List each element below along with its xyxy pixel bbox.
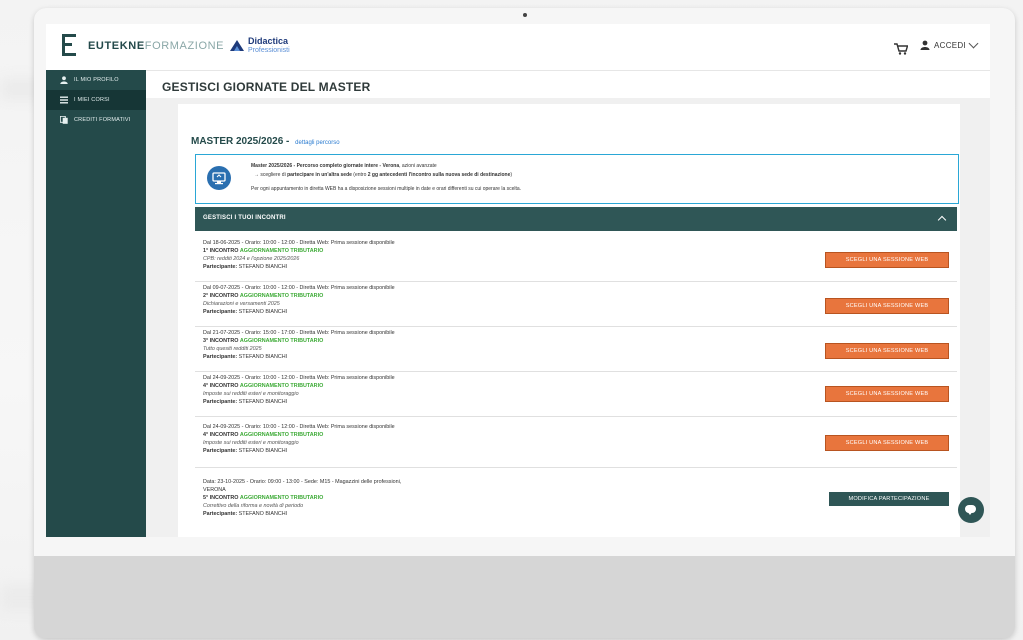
chevron-up-icon[interactable] xyxy=(937,215,947,225)
user-icon xyxy=(60,76,68,84)
didactica-logo[interactable]: Didactica Professionisti xyxy=(228,33,290,59)
meeting-schedule: Dal 21-07-2025 - Orario: 15:00 - 17:00 -… xyxy=(203,330,395,336)
modify-participation-button[interactable]: MODIFICA PARTECIPAZIONE xyxy=(829,492,949,506)
course-details-link[interactable]: dettagli percorso xyxy=(295,140,339,146)
screen: EUTEKNEFORMAZIONE Didactica Professionis… xyxy=(46,24,990,537)
chat-icon[interactable] xyxy=(958,497,984,523)
camera-dot xyxy=(523,13,527,17)
cart-icon[interactable] xyxy=(894,42,909,55)
meeting-schedule: Dal 24-09-2025 - Orario: 10:00 - 12:00 -… xyxy=(203,424,395,430)
user-icon xyxy=(920,40,930,50)
copy-icon xyxy=(59,115,68,124)
top-bar: EUTEKNEFORMAZIONE Didactica Professionis… xyxy=(46,24,990,71)
meeting-title: 2° INCONTRO AGGIORNAMENTO TRIBUTARIO xyxy=(203,293,324,299)
brand-name[interactable]: EUTEKNEFORMAZIONE xyxy=(88,40,224,52)
sidebar-item-profile[interactable]: IL MIO PROFILO xyxy=(46,70,146,90)
meeting-row: Dal 09-07-2025 - Orario: 10:00 - 12:00 -… xyxy=(195,282,957,327)
web-session-icon xyxy=(207,166,231,190)
info-line: Per ogni appuntamento in diretta WEB ha … xyxy=(251,186,522,192)
meeting-participant: Partecipante: STEFANO BIANCHI xyxy=(203,264,288,270)
choose-web-session-button[interactable]: SCEGLI UNA SESSIONE WEB xyxy=(825,343,949,359)
meeting-schedule: Data: 23-10-2025 - Orario: 09:00 - 13:00… xyxy=(203,479,402,485)
info-line: Master 2025/2026 - Percorso completo gio… xyxy=(251,163,437,169)
meeting-description: CPB: redditi 2024 e l'opzione 2025/2026 xyxy=(203,256,300,262)
choose-web-session-button[interactable]: SCEGLI UNA SESSIONE WEB xyxy=(825,252,949,268)
meeting-description: Correttivo della riforma e novità di per… xyxy=(203,503,304,509)
monitor-chin xyxy=(34,556,1015,638)
login-label: ACCEDI xyxy=(934,40,967,50)
meeting-description: Tutto quesiti redditi 2025 xyxy=(203,346,262,352)
didactica-title: Didactica xyxy=(248,36,289,46)
eutekne-logo-icon[interactable] xyxy=(62,34,76,56)
meeting-description: Imposte sui redditi esteri e monitoraggi… xyxy=(203,391,299,397)
meeting-title: 4° INCONTRO AGGIORNAMENTO TRIBUTARIO xyxy=(203,432,324,438)
sidebar-item-courses[interactable]: I MIEI CORSI xyxy=(46,90,146,110)
choose-web-session-button[interactable]: SCEGLI UNA SESSIONE WEB xyxy=(825,435,949,451)
didactica-subtitle: Professionisti xyxy=(248,47,290,54)
meeting-participant: Partecipante: STEFANO BIANCHI xyxy=(203,448,288,454)
meeting-row: Dal 21-07-2025 - Orario: 15:00 - 17:00 -… xyxy=(195,327,957,372)
meeting-participant: Partecipante: STEFANO BIANCHI xyxy=(203,511,288,517)
page-title: GESTISCI GIORNATE DEL MASTER xyxy=(162,80,371,94)
meeting-participant: Partecipante: STEFANO BIANCHI xyxy=(203,309,288,315)
sidebar-item-label: IL MIO PROFILO xyxy=(74,77,119,83)
meeting-title: 5° INCONTRO AGGIORNAMENTO TRIBUTARIO xyxy=(203,495,324,501)
chevron-down-icon xyxy=(968,38,979,48)
meeting-description: Imposte sui redditi esteri e monitoraggi… xyxy=(203,440,299,446)
login-menu[interactable]: ACCEDI xyxy=(920,38,979,50)
meeting-description: Dichiarazioni e versamenti 2025 xyxy=(203,301,280,307)
meeting-row: Dal 24-09-2025 - Orario: 10:00 - 12:00 -… xyxy=(195,421,957,468)
sidebar: IL MIO PROFILO I MIEI CORSI CREDITI FORM… xyxy=(46,70,146,537)
sidebar-item-label: I MIEI CORSI xyxy=(74,97,110,103)
list-icon xyxy=(60,96,68,104)
meeting-participant: Partecipante: STEFANO BIANCHI xyxy=(203,399,288,405)
meeting-schedule: Dal 09-07-2025 - Orario: 10:00 - 12:00 -… xyxy=(203,285,395,291)
meetings-section-header[interactable]: GESTISCI I TUOI INCONTRI xyxy=(195,207,957,231)
meeting-row: Dal 24-09-2025 - Orario: 10:00 - 12:00 -… xyxy=(195,372,957,417)
didactica-logo-icon xyxy=(228,37,246,55)
meeting-title: 3° INCONTRO AGGIORNAMENTO TRIBUTARIO xyxy=(203,338,324,344)
master-title: MASTER 2025/2026 - dettagli percorso xyxy=(191,136,340,147)
meeting-schedule: Dal 24-09-2025 - Orario: 10:00 - 12:00 -… xyxy=(203,375,395,381)
sidebar-item-label: CREDITI FORMATIVI xyxy=(74,117,131,123)
info-line: → scegliere di partecipare in un'altra s… xyxy=(254,172,513,178)
meeting-title: 4° INCONTRO AGGIORNAMENTO TRIBUTARIO xyxy=(203,383,324,389)
meeting-title: 1° INCONTRO AGGIORNAMENTO TRIBUTARIO xyxy=(203,248,324,254)
meeting-row: Data: 23-10-2025 - Orario: 09:00 - 13:00… xyxy=(195,476,957,537)
sidebar-item-credits[interactable]: CREDITI FORMATIVI xyxy=(46,110,146,130)
meeting-row: Dal 18-06-2025 - Orario: 10:00 - 12:00 -… xyxy=(195,237,957,282)
meeting-schedule: Dal 18-06-2025 - Orario: 10:00 - 12:00 -… xyxy=(203,240,395,246)
meeting-participant: Partecipante: STEFANO BIANCHI xyxy=(203,354,288,360)
choose-web-session-button[interactable]: SCEGLI UNA SESSIONE WEB xyxy=(825,386,949,402)
meeting-venue: VERONA xyxy=(203,487,226,493)
section-title: GESTISCI I TUOI INCONTRI xyxy=(203,215,286,221)
info-box: Master 2025/2026 - Percorso completo gio… xyxy=(195,154,959,204)
choose-web-session-button[interactable]: SCEGLI UNA SESSIONE WEB xyxy=(825,298,949,314)
